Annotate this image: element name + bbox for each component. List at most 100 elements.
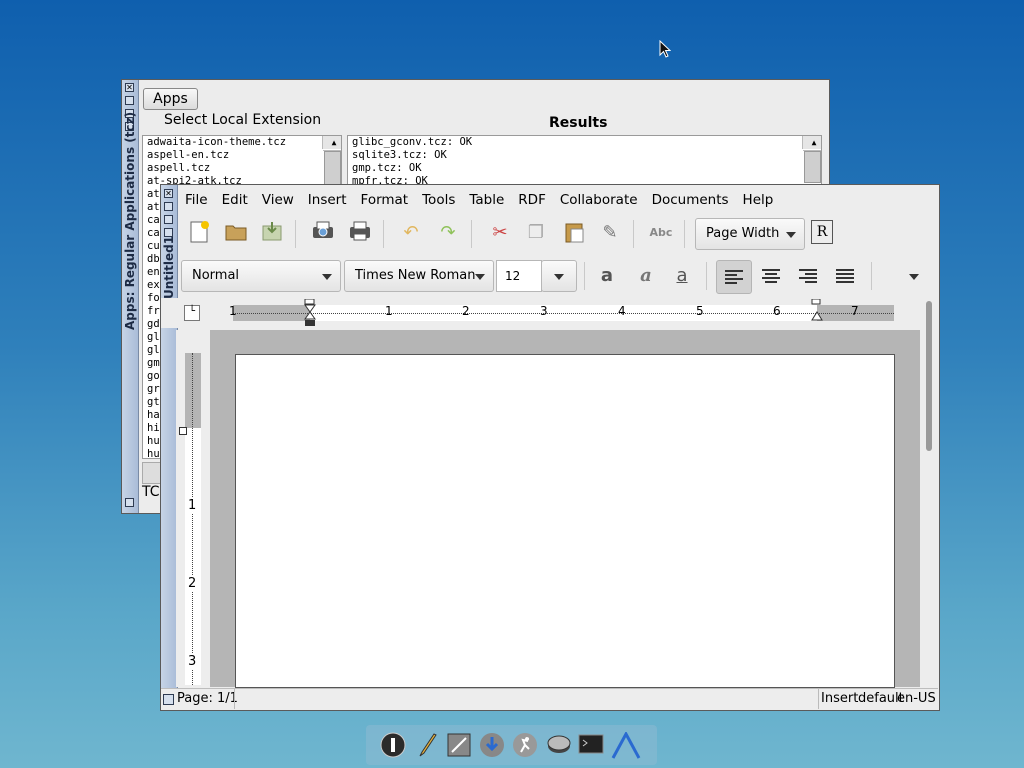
control-panel-icon[interactable]	[446, 732, 472, 758]
paste-icon[interactable]	[561, 220, 587, 246]
terminal-icon[interactable]	[578, 732, 604, 758]
ruler-label: 1	[385, 304, 393, 318]
menu-bar: File Edit View Insert Format Tools Table…	[178, 185, 939, 215]
menu-help[interactable]: Help	[736, 192, 781, 208]
horizontal-ruler[interactable]: 1 1 2 3 4 5 6 7	[229, 298, 894, 326]
run-icon[interactable]	[512, 732, 538, 758]
apps-install-icon[interactable]	[479, 732, 505, 758]
vertical-ruler[interactable]: 1 2 3	[185, 353, 201, 685]
menu-collaborate[interactable]: Collaborate	[553, 192, 645, 208]
vruler-label: 3	[188, 654, 197, 669]
ruler-label: 4	[618, 304, 626, 318]
spellcheck-icon[interactable]: Abc	[648, 220, 674, 246]
extension-list-item[interactable]: aspell-en.tcz	[143, 149, 341, 162]
close-icon[interactable]: ✕	[125, 83, 134, 92]
ruler-label: 2	[462, 304, 470, 318]
results-scrollbar[interactable]: ▲	[802, 136, 821, 183]
insert-field-icon[interactable]: R	[811, 220, 833, 244]
paragraph-style-dropdown[interactable]: Normal	[181, 260, 341, 292]
ruler-label: 3	[540, 304, 548, 318]
extension-list-item[interactable]: adwaita-icon-theme.tcz	[143, 136, 341, 149]
editor-brush-icon[interactable]	[414, 732, 440, 758]
justify-icon[interactable]	[832, 263, 858, 289]
menu-edit[interactable]: Edit	[215, 192, 255, 208]
ruler-label: 7	[851, 304, 859, 318]
power-icon[interactable]	[380, 732, 406, 758]
resize-icon[interactable]	[163, 694, 174, 705]
redo-icon[interactable]: ↷	[435, 220, 461, 246]
underline-icon[interactable]: a	[669, 263, 695, 289]
right-indent-marker[interactable]	[811, 298, 823, 326]
zoom-dropdown[interactable]: Page Width	[695, 218, 805, 250]
italic-icon[interactable]: a	[633, 263, 659, 289]
save-icon[interactable]	[259, 220, 285, 246]
apps-window-title: Apps: Regular Applications (tcz)	[123, 111, 137, 330]
mount-tool-icon[interactable]	[546, 732, 572, 758]
select-local-extension-label: Select Local Extension	[164, 112, 322, 128]
status-bar: Page: 1/1 Insert default en-US	[161, 688, 938, 710]
paragraph-style-value: Normal	[192, 268, 240, 283]
close-icon[interactable]: ✕	[164, 189, 173, 198]
result-list-item[interactable]: gmp.tcz: OK	[348, 162, 821, 175]
align-center-icon[interactable]	[758, 263, 784, 289]
menu-format[interactable]: Format	[354, 192, 416, 208]
menu-file[interactable]: File	[178, 192, 215, 208]
bold-icon[interactable]: a	[594, 263, 620, 289]
apps-bottom-text: TC	[142, 484, 160, 500]
language-status[interactable]: en-US	[897, 691, 936, 706]
print-preview-icon[interactable]	[310, 220, 336, 246]
ruler-label: 1	[229, 304, 237, 318]
extension-list-scrollbar[interactable]: ▲	[322, 136, 341, 213]
menu-table[interactable]: Table	[462, 192, 511, 208]
writer-app-icon[interactable]	[611, 730, 641, 759]
results-label: Results	[549, 115, 608, 131]
extension-list-item[interactable]: aspell.tcz	[143, 162, 341, 175]
align-right-icon[interactable]	[795, 263, 821, 289]
resize-icon[interactable]	[125, 498, 134, 507]
result-list-item[interactable]: glibc_gconv.tcz: OK	[348, 136, 821, 149]
document-scrollbar-thumb[interactable]	[926, 301, 932, 451]
menu-tools[interactable]: Tools	[415, 192, 462, 208]
undo-icon[interactable]: ↶	[398, 220, 424, 246]
toolbar-overflow-icon[interactable]	[909, 274, 919, 280]
mouse-cursor	[659, 39, 672, 62]
font-size-value: 12	[505, 269, 521, 283]
ruler-label: 5	[696, 304, 704, 318]
apps-title-bar[interactable]: ✕ Apps: Regular Applications (tcz)	[122, 80, 139, 513]
menu-rdf[interactable]: RDF	[511, 192, 553, 208]
top-margin-marker[interactable]	[179, 427, 187, 435]
copy-icon[interactable]: ❐	[523, 220, 549, 246]
apps-menu-button[interactable]: Apps	[143, 88, 198, 110]
zoom-value: Page Width	[706, 226, 780, 241]
font-name-value: Times New Roman	[355, 268, 476, 283]
taskbar	[366, 725, 657, 765]
tab-stop-icon[interactable]: └	[184, 305, 200, 321]
left-indent-marker[interactable]	[304, 298, 316, 330]
writer-window-title: Untitled1	[162, 235, 176, 299]
menu-view[interactable]: View	[255, 192, 301, 208]
align-left-icon[interactable]	[716, 260, 752, 294]
font-name-dropdown[interactable]: Times New Roman	[344, 260, 494, 292]
print-icon[interactable]	[347, 220, 373, 246]
apps-hidden-button[interactable]	[142, 462, 162, 484]
page-count[interactable]: Page: 1/1	[177, 691, 238, 706]
vruler-label: 1	[188, 498, 197, 513]
result-list-item[interactable]: sqlite3.tcz: OK	[348, 149, 821, 162]
menu-insert[interactable]: Insert	[301, 192, 354, 208]
vruler-label: 2	[188, 576, 197, 591]
ruler-label: 6	[773, 304, 781, 318]
new-document-icon[interactable]	[186, 220, 212, 246]
open-folder-icon[interactable]	[223, 220, 249, 246]
font-size-dropdown-button[interactable]	[541, 260, 577, 292]
menu-documents[interactable]: Documents	[645, 192, 736, 208]
cut-icon[interactable]: ✂	[487, 220, 513, 246]
minimize-icon[interactable]	[125, 96, 134, 105]
minimize-icon[interactable]	[164, 202, 173, 211]
font-size-input[interactable]: 12	[496, 260, 542, 292]
results-list[interactable]: glibc_gconv.tcz: OK sqlite3.tcz: OK gmp.tc…	[347, 135, 822, 187]
maximize-icon[interactable]	[164, 215, 173, 224]
clone-formatting-icon[interactable]: ✎	[597, 220, 623, 246]
document-page[interactable]	[235, 354, 895, 688]
document-scrollbar[interactable]	[923, 299, 935, 687]
insert-mode[interactable]: Insert	[821, 691, 858, 706]
